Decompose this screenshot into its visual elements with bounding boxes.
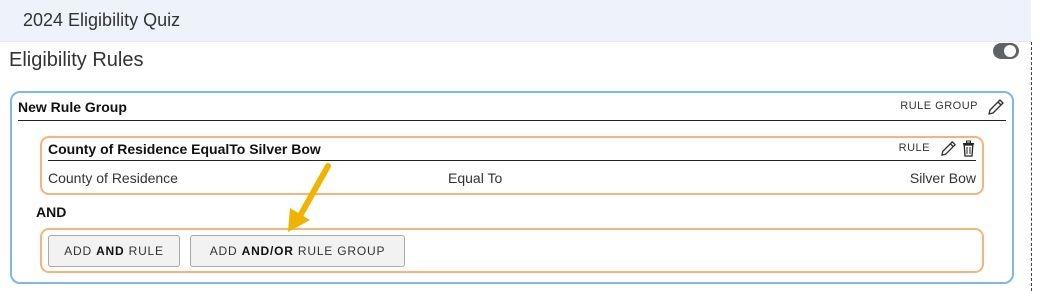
rule-group-type-label: RULE GROUP (900, 100, 978, 112)
add-actions-container (40, 228, 984, 273)
rule-name: County of Residence EqualTo Silver Bow (48, 141, 321, 157)
eligibility-toggle[interactable] (993, 43, 1019, 59)
trash-icon[interactable] (961, 140, 976, 157)
button-suffix: RULE (124, 244, 164, 258)
window-title: 2024 Eligibility Quiz (23, 10, 181, 30)
rule-header: County of Residence EqualTo Silver Bow R… (48, 139, 976, 161)
pencil-icon[interactable] (939, 139, 958, 158)
add-and-rule-button[interactable]: ADD AND RULE (48, 235, 180, 267)
pencil-icon[interactable] (986, 97, 1006, 117)
rule-value: Silver Bow (909, 170, 976, 186)
button-prefix: ADD (64, 244, 97, 258)
rule-operator: Equal To (448, 170, 503, 186)
button-suffix: RULE GROUP (293, 244, 386, 258)
rule-group-name: New Rule Group (18, 99, 127, 115)
rule-type-label: RULE (898, 142, 930, 154)
window-titlebar: 2024 Eligibility Quiz (0, 0, 1031, 42)
button-operator: AND (96, 244, 125, 258)
button-operator: AND/OR (241, 244, 294, 258)
panel-divider (1031, 42, 1032, 291)
arrow-icon (288, 163, 331, 232)
rule-field: County of Residence (48, 170, 178, 186)
section-title: Eligibility Rules (9, 49, 144, 71)
toggle-knob (1004, 45, 1016, 57)
rule-group-header: New Rule Group RULE GROUP (18, 97, 1006, 121)
connector-label: AND (36, 204, 67, 220)
button-prefix: ADD (209, 244, 242, 258)
